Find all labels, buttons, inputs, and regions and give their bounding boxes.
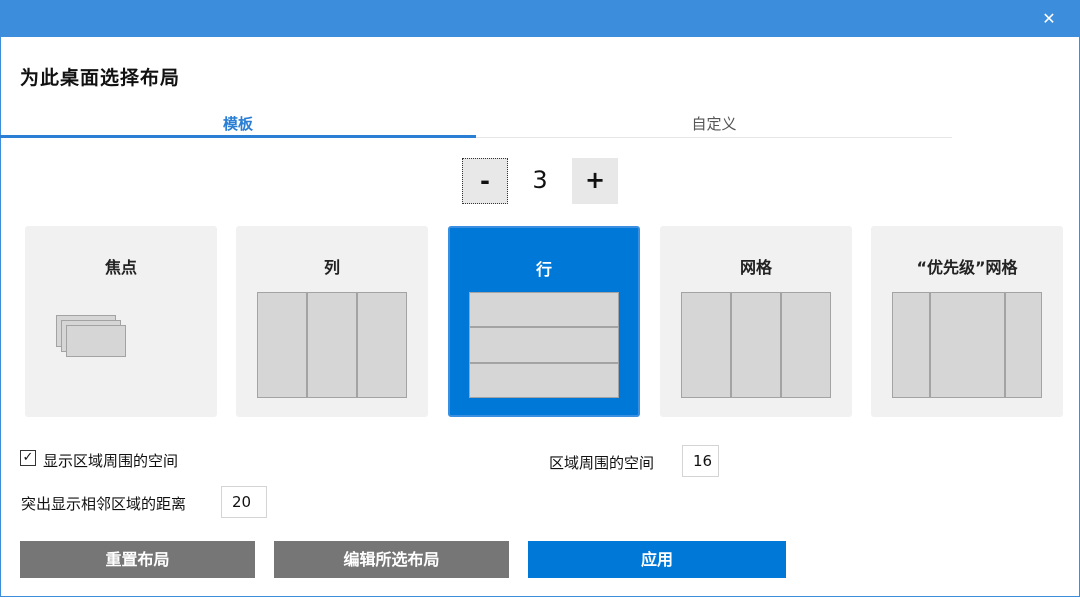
template-card-columns[interactable]: 列: [236, 226, 428, 417]
reset-layout-button[interactable]: 重置布局: [20, 541, 255, 578]
tab-custom[interactable]: 自定义: [476, 113, 952, 138]
template-title: “优先级”网格: [916, 258, 1018, 277]
apply-button[interactable]: 应用: [528, 541, 786, 578]
space-around-input[interactable]: 16: [682, 445, 719, 477]
template-title: 列: [323, 258, 340, 277]
template-card-rows[interactable]: 行: [448, 226, 640, 417]
template-card-priority-grid[interactable]: “优先级”网格: [871, 226, 1063, 417]
title-bar: ✕: [0, 0, 1080, 37]
edit-layout-button[interactable]: 编辑所选布局: [274, 541, 509, 578]
template-title: 行: [535, 260, 552, 279]
zone-divider: [929, 293, 931, 397]
close-icon[interactable]: ✕: [1038, 8, 1060, 30]
highlight-distance-label: 突出显示相邻区域的距离: [21, 495, 187, 513]
columns-preview: [257, 292, 407, 398]
template-title: 网格: [739, 258, 772, 277]
space-around-label: 区域周围的空间: [549, 454, 655, 472]
template-card-focus[interactable]: 焦点: [25, 226, 217, 417]
zone-count: 3: [532, 166, 548, 194]
priority-grid-preview: [892, 292, 1042, 398]
zone-divider: [470, 326, 618, 328]
template-card-grid[interactable]: 网格: [660, 226, 852, 417]
rows-preview: [469, 292, 619, 398]
zone-divider: [780, 293, 782, 397]
show-space-label: 显示区域周围的空间: [43, 452, 179, 470]
zone-divider: [730, 293, 732, 397]
zone-divider: [1004, 293, 1006, 397]
highlight-distance-input[interactable]: 20: [221, 486, 267, 518]
focus-zone: [66, 325, 126, 357]
grid-preview: [681, 292, 831, 398]
show-space-checkbox[interactable]: ✓: [20, 450, 36, 466]
zone-divider: [470, 362, 618, 364]
template-title: 焦点: [104, 258, 137, 277]
page-title: 为此桌面选择布局: [20, 67, 181, 89]
zone-divider: [306, 293, 308, 397]
decrease-zones-button[interactable]: -: [462, 158, 508, 204]
tab-templates[interactable]: 模板: [0, 113, 476, 138]
zone-divider: [356, 293, 358, 397]
increase-zones-button[interactable]: +: [572, 158, 618, 204]
